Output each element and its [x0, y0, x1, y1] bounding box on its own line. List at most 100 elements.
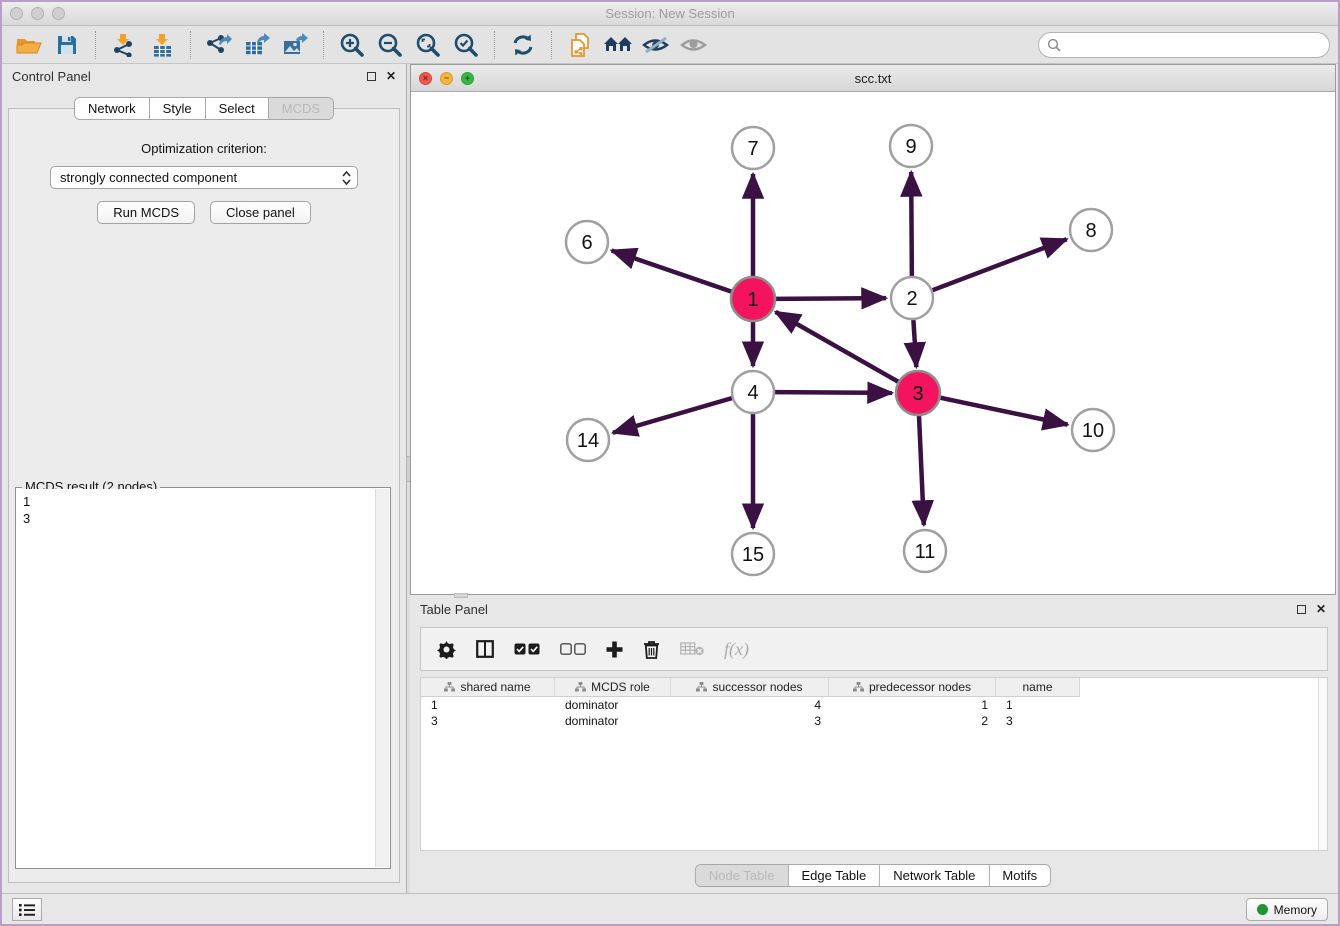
float-panel-icon[interactable]	[367, 72, 376, 81]
delete-column-button[interactable]	[643, 640, 660, 659]
export-image-button[interactable]	[276, 29, 314, 61]
refresh-layout-button[interactable]	[504, 29, 542, 61]
edge-1-6[interactable]	[612, 250, 733, 291]
edge-3-1[interactable]	[776, 312, 899, 382]
edge-3-10[interactable]	[940, 398, 1068, 425]
float-table-panel-icon[interactable]	[1297, 605, 1306, 614]
close-panel-icon[interactable]: ✕	[386, 70, 396, 82]
table-cell[interactable]: dominator	[555, 697, 671, 713]
close-table-panel-icon[interactable]: ✕	[1316, 603, 1326, 615]
zoom-selected-button[interactable]	[447, 29, 485, 61]
new-network-from-selection-button[interactable]	[561, 29, 599, 61]
table-row[interactable]: 1dominator411	[421, 697, 1327, 713]
minimize-network-icon[interactable]: −	[440, 72, 453, 85]
table-cell[interactable]: 1	[996, 697, 1080, 713]
tab-motifs[interactable]: Motifs	[989, 865, 1050, 886]
zoom-fit-button[interactable]	[409, 29, 447, 61]
graph-node-6[interactable]: 6	[566, 221, 608, 263]
column-header-shared-name[interactable]: shared name	[421, 678, 555, 697]
show-column-button[interactable]	[476, 640, 494, 658]
edge-4-3[interactable]	[775, 392, 892, 393]
table-panel-title: Table Panel	[420, 602, 488, 617]
table-cell[interactable]: 1	[421, 697, 555, 713]
result-scrollbar[interactable]	[375, 489, 389, 867]
tab-mcds[interactable]: MCDS	[269, 98, 333, 119]
edge-1-2[interactable]	[775, 298, 886, 299]
graph-node-3[interactable]: 3	[896, 371, 940, 415]
column-header-MCDS-role[interactable]: MCDS role	[555, 678, 671, 697]
zoom-out-button[interactable]	[371, 29, 409, 61]
svg-text:4: 4	[747, 382, 758, 404]
edge-4-14[interactable]	[613, 398, 732, 433]
graph-node-4[interactable]: 4	[732, 371, 774, 413]
table-cell[interactable]: 2	[829, 713, 996, 729]
tab-network-table[interactable]: Network Table	[880, 865, 989, 886]
graph-node-10[interactable]: 10	[1072, 409, 1114, 451]
graph-node-8[interactable]: 8	[1070, 209, 1112, 251]
window-title: Session: New Session	[605, 6, 734, 21]
deselect-all-rows-button[interactable]	[560, 643, 586, 655]
minimize-window-icon[interactable]	[31, 7, 44, 20]
graph-node-2[interactable]: 2	[891, 277, 933, 319]
column-header-successor-nodes[interactable]: successor nodes	[671, 678, 829, 697]
table-cell[interactable]: 4	[671, 697, 829, 713]
edge-2-3[interactable]	[913, 320, 916, 367]
mcds-result-item[interactable]: 3	[23, 510, 375, 527]
tab-edge-table[interactable]: Edge Table	[788, 865, 880, 886]
edge-2-8[interactable]	[933, 239, 1067, 290]
svg-text:11: 11	[915, 541, 936, 563]
tab-node-table[interactable]: Node Table	[696, 865, 789, 886]
search-input[interactable]	[1038, 32, 1330, 58]
mcds-result-item[interactable]: 1	[23, 493, 375, 510]
export-network-button[interactable]	[200, 29, 238, 61]
table-scrollbar[interactable]	[1318, 678, 1327, 850]
network-graph[interactable]: 7 9 6 8 1 2 4 3 14 10 15 11	[411, 92, 1339, 594]
table-cell[interactable]: 3	[996, 713, 1080, 729]
mcds-result-list[interactable]: 13	[17, 489, 375, 867]
hide-selected-button[interactable]	[637, 29, 675, 61]
save-session-button[interactable]	[48, 29, 86, 61]
tab-select[interactable]: Select	[206, 98, 269, 119]
add-column-button[interactable]	[606, 641, 623, 658]
column-header-predecessor-nodes[interactable]: predecessor nodes	[829, 678, 996, 697]
table-cell[interactable]: 1	[829, 697, 996, 713]
import-network-button[interactable]	[105, 29, 143, 61]
import-table-button[interactable]	[143, 29, 181, 61]
search-icon	[1047, 38, 1061, 52]
graph-node-14[interactable]: 14	[567, 419, 609, 461]
column-header-name[interactable]: name	[996, 678, 1080, 697]
graph-node-11[interactable]: 11	[904, 530, 946, 572]
maximize-network-icon[interactable]: +	[461, 72, 474, 85]
tab-style[interactable]: Style	[150, 98, 206, 119]
edge-2-9[interactable]	[911, 172, 912, 276]
table-row[interactable]: 3dominator323	[421, 713, 1327, 729]
run-mcds-button[interactable]: Run MCDS	[97, 201, 195, 224]
table-cell[interactable]: 3	[421, 713, 555, 729]
maximize-window-icon[interactable]	[52, 7, 65, 20]
graph-node-7[interactable]: 7	[732, 127, 774, 169]
first-neighbors-button[interactable]	[599, 29, 637, 61]
close-window-icon[interactable]	[10, 7, 23, 20]
close-network-icon[interactable]: ×	[419, 72, 432, 85]
memory-button[interactable]: Memory	[1246, 898, 1328, 921]
table-cell[interactable]: dominator	[555, 713, 671, 729]
edge-3-11[interactable]	[919, 415, 924, 525]
tab-network[interactable]: Network	[75, 98, 150, 119]
eye-slash-icon	[642, 35, 670, 55]
svg-text:3: 3	[912, 383, 923, 405]
task-history-button[interactable]	[12, 898, 42, 921]
graph-node-9[interactable]: 9	[890, 125, 932, 167]
export-table-button[interactable]	[238, 29, 276, 61]
show-all-button[interactable]	[675, 29, 713, 61]
graph-node-15[interactable]: 15	[732, 533, 774, 575]
table-settings-button[interactable]	[437, 640, 456, 659]
close-panel-button[interactable]: Close panel	[210, 201, 311, 224]
network-canvas[interactable]: 7 9 6 8 1 2 4 3 14 10 15 11	[411, 92, 1335, 594]
select-all-rows-button[interactable]	[514, 643, 540, 655]
table-cell[interactable]: 3	[671, 713, 829, 729]
open-file-button[interactable]	[10, 29, 48, 61]
function-builder-button: f(x)	[724, 639, 749, 660]
criterion-dropdown[interactable]: strongly connected component	[50, 166, 358, 189]
graph-node-1[interactable]: 1	[731, 277, 775, 321]
zoom-in-button[interactable]	[333, 29, 371, 61]
